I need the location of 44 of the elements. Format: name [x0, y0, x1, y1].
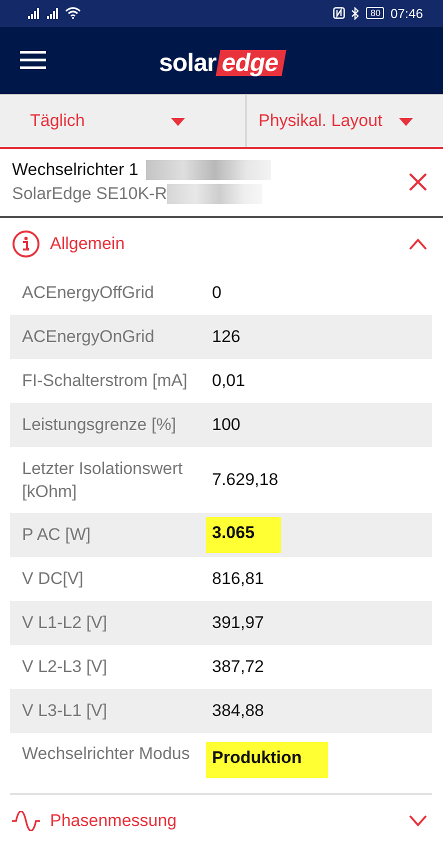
close-icon[interactable] — [408, 172, 428, 192]
bluetooth-icon — [351, 6, 360, 20]
device-model: SolarEdge SE10K-R — [12, 184, 167, 204]
section-title: Allgemein — [50, 234, 126, 254]
dropdown[interactable]: Täglich — [0, 94, 246, 148]
nfc-icon — [333, 7, 346, 20]
row-value: 0 — [212, 282, 222, 304]
section-header[interactable]: Allgemein — [0, 218, 443, 271]
row-label: P AC [W] — [21, 524, 92, 546]
section-header[interactable]: Phasenmessung — [0, 794, 443, 848]
row-label: V L1-L2 [V] — [21, 612, 108, 634]
row-value: 816,81 — [212, 568, 264, 590]
clock-time: 07:46 — [390, 6, 423, 21]
dropdown[interactable]: Physikal. Layout — [246, 94, 443, 148]
row-value: 0,01 — [212, 370, 246, 392]
wifi-icon — [65, 7, 81, 20]
row-value: 387,72 — [212, 656, 264, 678]
row-value: 384,88 — [212, 700, 264, 722]
row-label: Wechselrichter Modus — [21, 742, 191, 765]
row-value: Produktion — [206, 742, 328, 778]
device-name: Wechselrichter 1 — [12, 160, 138, 180]
caret-icon — [399, 118, 413, 126]
row-value: 3.065 — [206, 516, 281, 553]
row-label: Letzter Isolationswert [kOhm] — [21, 458, 184, 503]
info-icon — [12, 230, 40, 258]
sine-wave-icon — [12, 811, 40, 832]
row-label: V L2-L3 [V] — [21, 656, 108, 678]
row-label: ACEnergyOffGrid — [21, 282, 155, 304]
row-value: 391,97 — [212, 612, 264, 634]
row-label: V L3-L1 [V] — [21, 700, 108, 722]
row-label: ACEnergyOnGrid — [21, 326, 156, 348]
signal-icon — [27, 7, 40, 20]
caret-icon — [170, 118, 184, 126]
menu-button[interactable] — [20, 50, 46, 70]
battery-icon: 80 — [366, 7, 384, 20]
signal-icon — [46, 7, 59, 20]
row-value: 100 — [212, 414, 240, 436]
row-value: 126 — [212, 326, 240, 348]
row-label: V DC[V] — [21, 568, 84, 590]
row-value: 7.629,18 — [212, 468, 278, 491]
logo: solar edge — [159, 48, 285, 78]
section-title: Phasenmessung — [50, 811, 178, 832]
row-label: FI-Schalterstrom [mA] — [21, 370, 188, 392]
row-label: Leistungsgrenze [%] — [21, 414, 178, 436]
